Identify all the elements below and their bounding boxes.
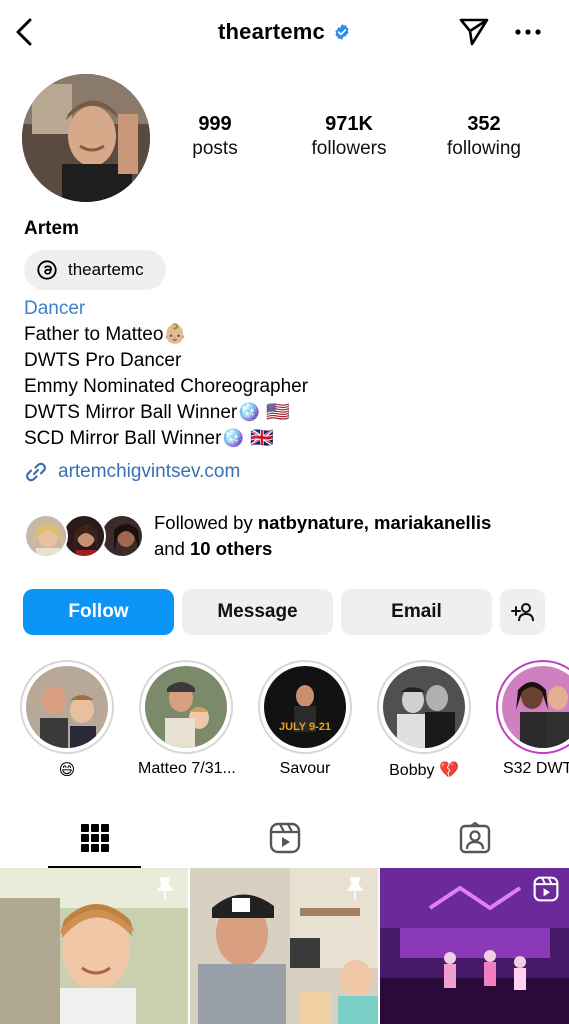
posts-grid [0, 868, 569, 1024]
highlight-poster-text: JULY 9-21 [279, 721, 331, 733]
following-stat[interactable]: 352 following [424, 112, 544, 162]
highlight-label: S32 DWTS [502, 760, 569, 777]
message-button[interactable]: Message [182, 589, 333, 635]
pin-icon [346, 877, 364, 900]
link-icon [26, 462, 46, 482]
post-thumbnail[interactable] [190, 868, 378, 1024]
followed-by[interactable]: Followed by natbynature, mariakanellis a… [24, 510, 564, 566]
highlight-label: Matteo 7/31... [138, 760, 236, 777]
bio-line: SCD Mirror Ball Winner🪩 🇬🇧 [24, 428, 275, 449]
bio-line: DWTS Pro Dancer [24, 350, 182, 371]
highlight-item[interactable]: JULY 9-21 Savour [257, 660, 353, 778]
display-name: Artem [24, 218, 79, 239]
mutual-avatar [62, 514, 106, 558]
username-title: theartemc [218, 19, 325, 44]
pin-icon [156, 877, 174, 900]
highlight-label: 😄 [58, 762, 76, 779]
highlight-item[interactable]: 😄 [19, 660, 115, 780]
profile-page: theartemc 999 posts 971K followers 352 f… [0, 0, 569, 1024]
highlight-item[interactable]: S32 DWTS [495, 660, 569, 778]
followed-by-others[interactable]: 10 others [190, 538, 272, 559]
tab-tagged[interactable] [380, 808, 569, 868]
profile-stats: 999 posts 971K followers 352 following [160, 112, 560, 172]
reels-icon [533, 876, 559, 902]
category-label[interactable]: Dancer [24, 296, 308, 322]
following-label: following [447, 138, 521, 159]
following-count: 352 [467, 113, 501, 135]
verified-badge-icon [335, 24, 349, 40]
highlight-item[interactable]: Bobby 💔 [376, 660, 472, 780]
posts-count: 999 [198, 113, 232, 135]
post-thumbnail[interactable] [0, 868, 188, 1024]
followers-stat[interactable]: 971K followers [289, 112, 409, 162]
highlight-ring [496, 660, 569, 754]
tab-posts[interactable] [0, 808, 189, 868]
posts-stat[interactable]: 999 posts [155, 112, 275, 162]
profile-tabs [0, 808, 569, 868]
highlight-ring [20, 660, 114, 754]
profile-avatar[interactable] [22, 74, 150, 202]
followed-by-and: and [154, 538, 191, 559]
mutual-avatar [24, 514, 68, 558]
tab-reels[interactable] [190, 808, 379, 868]
add-person-icon [510, 603, 534, 622]
followed-by-names[interactable]: natbynature, mariakanellis [258, 512, 491, 533]
follow-button[interactable]: Follow [23, 589, 174, 635]
bio-line: DWTS Mirror Ball Winner🪩 🇺🇸 [24, 402, 290, 423]
followers-label: followers [311, 138, 387, 159]
ellipsis-icon[interactable] [510, 16, 546, 48]
website-text: artemchigvintsev.com [58, 461, 241, 482]
top-bar: theartemc [0, 0, 569, 64]
reels-icon [269, 822, 300, 854]
followed-by-text: Followed by natbynature, mariakanellis a… [154, 510, 554, 562]
posts-label: posts [192, 138, 238, 159]
story-highlights: 😄 Matteo 7/31... JULY 9-21 Savour Bobby … [0, 660, 569, 790]
add-person-button[interactable] [500, 589, 545, 635]
bio-line: Father to Matteo👶🏼 [24, 324, 188, 345]
post-thumbnail[interactable] [380, 868, 569, 1024]
mutual-avatar [100, 514, 144, 558]
threads-icon [37, 260, 57, 280]
threads-handle: theartemc [68, 260, 144, 279]
email-button[interactable]: Email [341, 589, 492, 635]
tagged-icon [459, 822, 490, 854]
followers-count: 971K [325, 113, 373, 135]
highlight-label: Savour [279, 760, 331, 777]
highlight-ring [377, 660, 471, 754]
action-buttons: Follow Message Email [23, 589, 545, 635]
website-link[interactable]: artemchigvintsev.com [24, 460, 240, 484]
followed-by-prefix: Followed by [154, 512, 258, 533]
bio: Dancer Father to Matteo👶🏼 DWTS Pro Dance… [24, 296, 308, 452]
highlight-item[interactable]: Matteo 7/31... [138, 660, 236, 778]
posts-grid-icon [80, 824, 109, 852]
threads-badge[interactable]: theartemc [24, 250, 166, 290]
highlight-label: Bobby 💔 [389, 762, 459, 779]
paper-plane-icon[interactable] [456, 16, 492, 48]
highlight-ring [139, 660, 233, 754]
bio-line: Emmy Nominated Choreographer [24, 376, 309, 397]
highlight-ring: JULY 9-21 [258, 660, 352, 754]
